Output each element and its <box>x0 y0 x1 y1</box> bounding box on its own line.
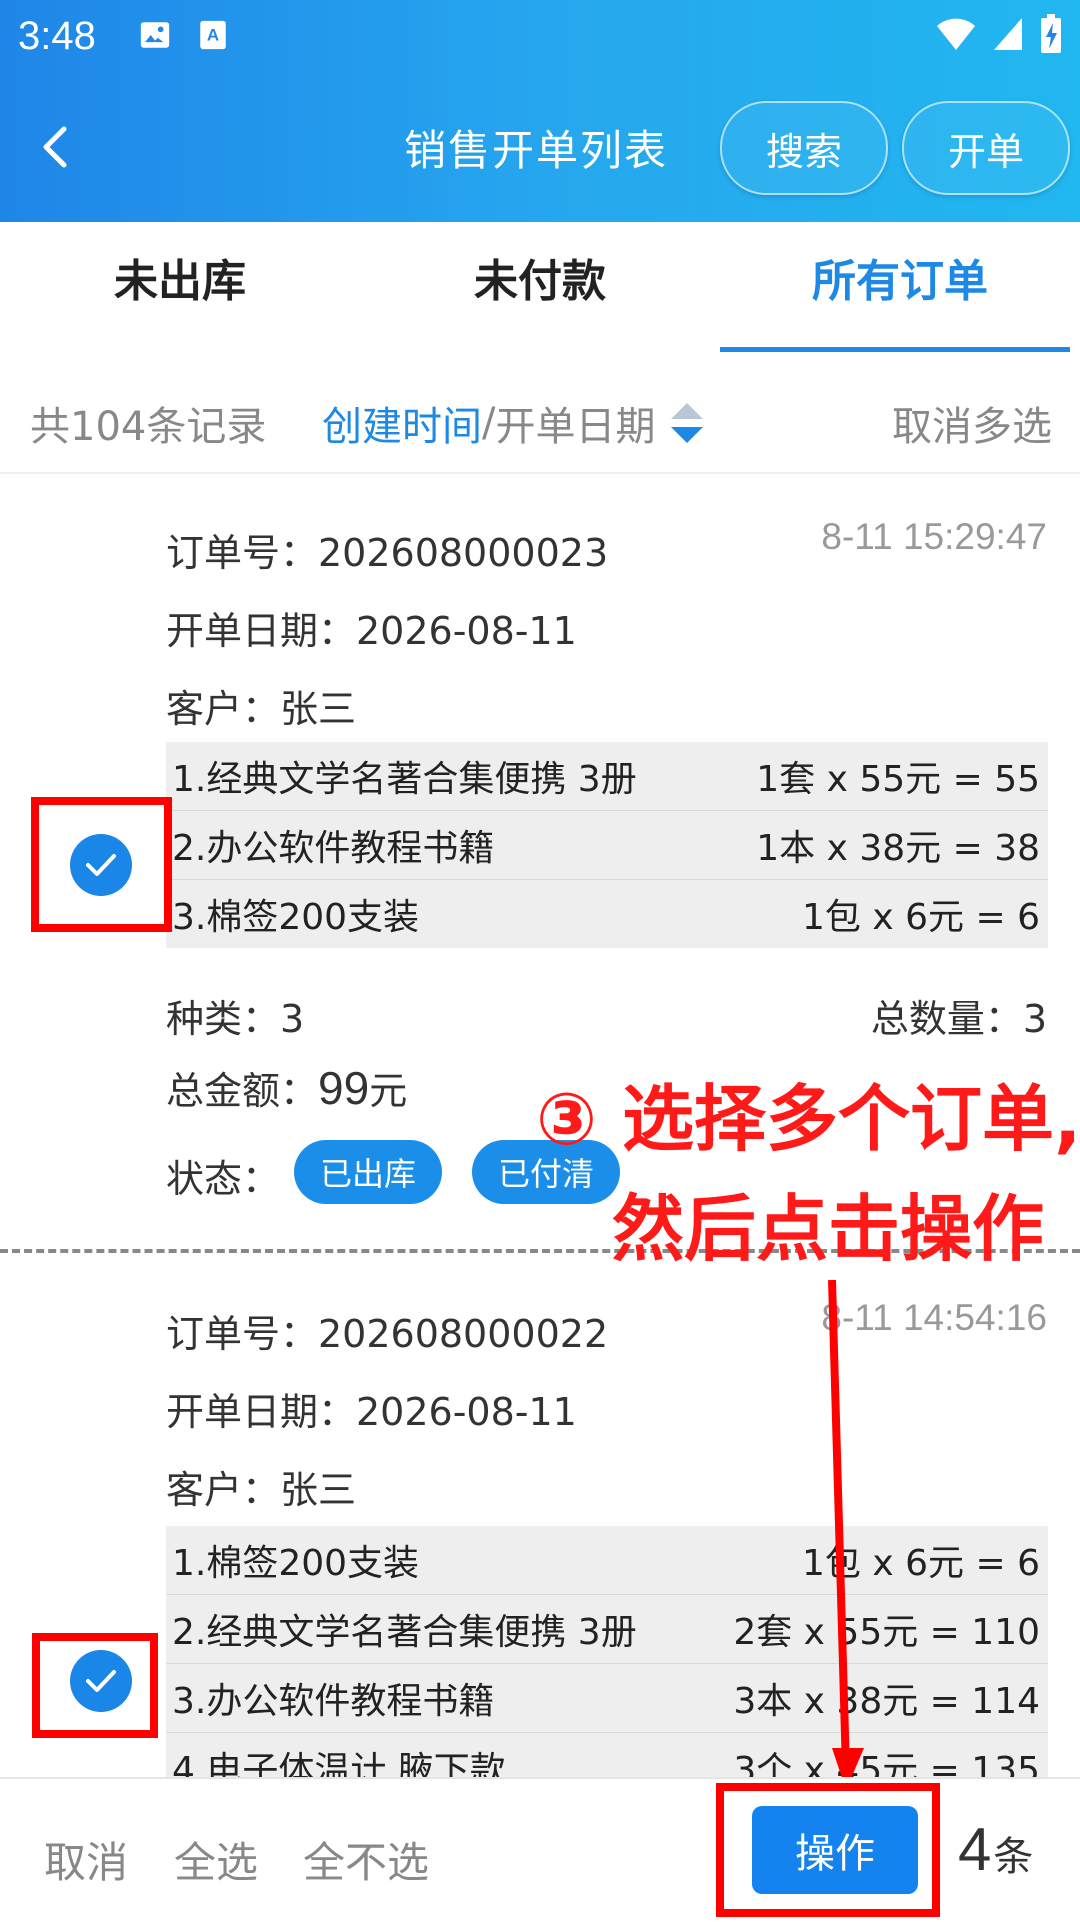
item-name: 3.办公软件教程书籍 <box>172 1681 495 1722</box>
highlight-box <box>32 1633 158 1738</box>
item-name: 1.经典文学名著合集便携 3册 <box>172 759 637 800</box>
status-time: 3:48 <box>18 14 96 58</box>
app-header: 3:48 A 销售开单列表 搜索 开单 <box>0 0 1080 222</box>
list-item: 1.经典文学名著合集便携 3册 1套 x 55元 = 55 <box>166 742 1048 811</box>
item-name: 2.经典文学名著合集便携 3册 <box>172 1612 637 1653</box>
item-name: 4.电子体温计 腋下款 <box>172 1750 506 1777</box>
item-name: 2.办公软件教程书籍 <box>172 828 495 869</box>
cancel-button[interactable]: 取消 <box>44 1829 128 1890</box>
item-name: 3.棉签200支装 <box>172 897 420 938</box>
record-count: 共104条记录 <box>30 404 267 450</box>
sort-toggle[interactable]: 创建时间 / 开单日期 <box>322 394 705 452</box>
order-kinds: 种类：3 <box>166 997 305 1041</box>
svg-text:A: A <box>207 26 219 45</box>
filter-bar: 共104条记录 创建时间 / 开单日期 取消多选 <box>0 362 1080 474</box>
sort-order-date[interactable]: 开单日期 <box>495 394 655 452</box>
list-item: 1.棉签200支装 1包 x 6元 = 6 <box>166 1526 1048 1595</box>
order-total-amount: 总金额：99元 <box>166 1060 407 1115</box>
tab-unpaid[interactable]: 未付款 <box>360 222 720 352</box>
sort-arrows-icon <box>671 403 704 443</box>
battery-charging-icon <box>1041 14 1061 53</box>
wifi-icon <box>937 18 975 50</box>
selected-count-unit: 条 <box>993 1834 1034 1880</box>
annotation-line2: 然后点击操作 <box>612 1187 1045 1271</box>
tab-unshipped[interactable]: 未出库 <box>0 222 360 352</box>
search-button[interactable]: 搜索 <box>720 101 888 195</box>
order-date: 开单日期：2026-08-11 <box>166 609 577 653</box>
order-number: 订单号：202608000022 <box>166 1312 609 1356</box>
total-label: 总金额： <box>166 1069 319 1113</box>
back-button[interactable] <box>30 112 80 182</box>
tab-all-orders[interactable]: 所有订单 <box>720 222 1080 352</box>
order-items: 1.棉签200支装 1包 x 6元 = 6 2.经典文学名著合集便携 3册 2套 x… <box>166 1526 1048 1777</box>
sort-created-time[interactable]: 创建时间 <box>322 394 482 452</box>
order-customer: 客户：张三 <box>166 687 357 731</box>
status-label: 状态： <box>166 1157 281 1201</box>
new-order-button[interactable]: 开单 <box>902 101 1070 195</box>
back-arrow-icon <box>43 126 67 168</box>
list-item: 4.电子体温计 腋下款 3个 x 45元 = 135 <box>166 1733 1048 1777</box>
status-notifications: A <box>138 18 230 52</box>
total-value: 99 <box>318 1062 370 1114</box>
order-tabs: 未出库 未付款 所有订单 <box>0 222 1080 352</box>
order-total-qty: 总数量：3 <box>870 997 1047 1041</box>
order-date: 开单日期：2026-08-11 <box>166 1390 577 1434</box>
order-items: 1.经典文学名著合集便携 3册 1套 x 55元 = 55 2.办公软件教程书籍 1… <box>166 742 1048 948</box>
status-badge-shipped: 已出库 <box>294 1140 442 1204</box>
item-calc: 1本 x 38元 = 38 <box>756 828 1040 869</box>
app-notification-icon: A <box>200 20 226 50</box>
page-title: 销售开单列表 <box>404 126 669 175</box>
order-card[interactable]: 订单号：202608000022 8-11 14:54:16 开单日期：2026… <box>0 1255 1080 1777</box>
item-calc: 1包 x 6元 = 6 <box>802 897 1040 938</box>
list-item: 2.经典文学名著合集便携 3册 2套 x 55元 = 110 <box>166 1595 1048 1664</box>
bottom-action-bar: 取消 全选 全不选 操作 4 条 <box>0 1777 1080 1922</box>
list-item: 3.棉签200支装 1包 x 6元 = 6 <box>166 880 1048 948</box>
sort-separator: / <box>482 400 496 446</box>
image-icon <box>140 22 170 48</box>
order-customer: 客户：张三 <box>166 1468 357 1512</box>
annotation-line1: ③ 选择多个订单, <box>536 1077 1080 1161</box>
highlight-box <box>31 797 172 932</box>
item-calc: 1套 x 55元 = 55 <box>756 759 1040 800</box>
cell-signal-icon <box>994 18 1022 50</box>
list-item: 2.办公软件教程书籍 1本 x 38元 = 38 <box>166 811 1048 880</box>
order-time: 8-11 15:29:47 <box>821 516 1047 557</box>
list-item: 3.办公软件教程书籍 3本 x 38元 = 114 <box>166 1664 1048 1733</box>
select-all-button[interactable]: 全选 <box>174 1829 258 1890</box>
status-system-icons <box>936 14 1062 54</box>
item-name: 1.棉签200支装 <box>172 1543 420 1584</box>
select-none-button[interactable]: 全不选 <box>303 1829 429 1890</box>
selected-count-number: 4 <box>958 1816 992 1883</box>
cancel-multi-select[interactable]: 取消多选 <box>892 394 1052 452</box>
selected-count: 4 条 <box>958 1815 1033 1884</box>
highlight-box <box>716 1783 940 1917</box>
order-number: 订单号：202608000023 <box>166 531 609 575</box>
annotation-arrow-icon <box>828 1280 864 1790</box>
total-unit: 元 <box>369 1069 408 1113</box>
